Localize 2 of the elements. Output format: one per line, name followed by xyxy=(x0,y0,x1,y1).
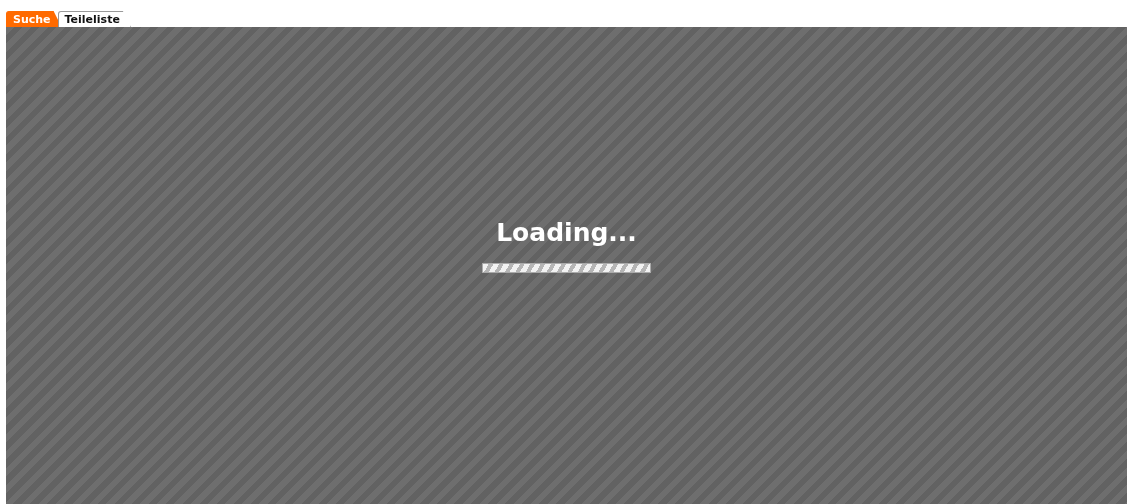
tab[interactable]: Teileliste xyxy=(57,11,131,27)
loading-message: Loading... xyxy=(496,218,637,247)
